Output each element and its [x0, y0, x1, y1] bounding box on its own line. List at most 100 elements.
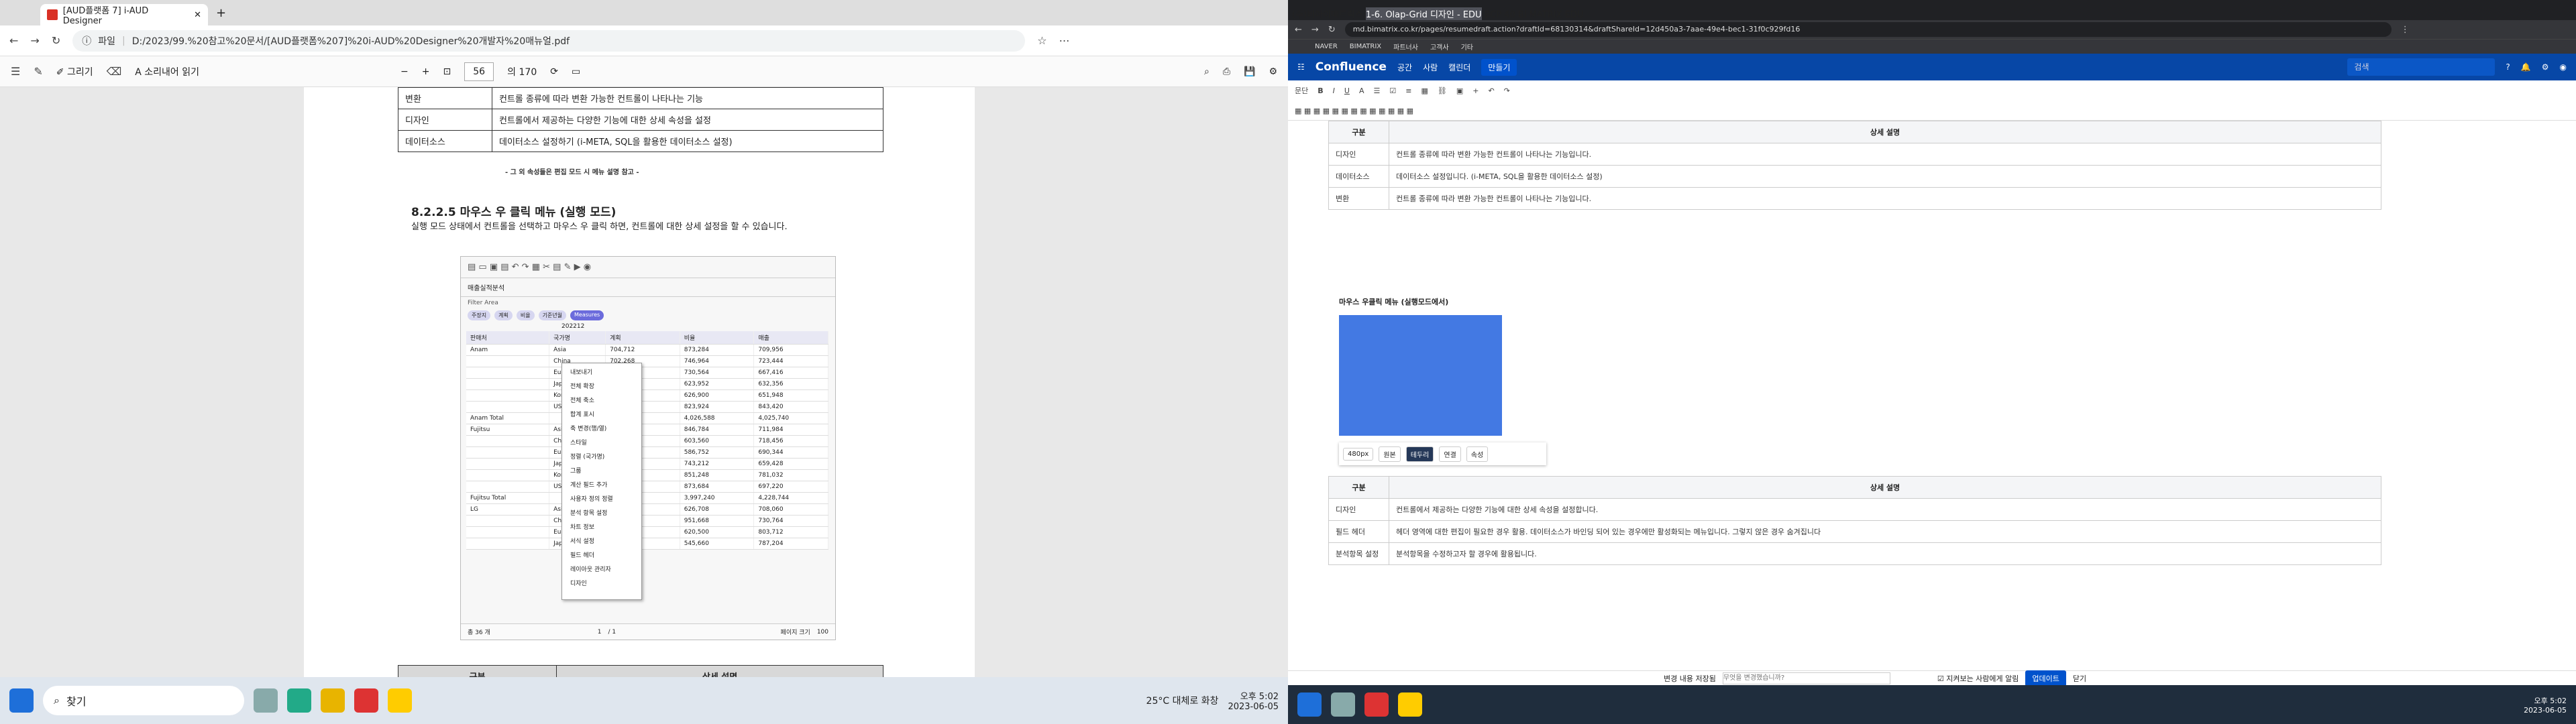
close-icon[interactable]: ✕ — [194, 10, 201, 20]
fit-icon[interactable]: ⊡ — [443, 66, 451, 77]
zoom-in-icon[interactable]: + — [422, 66, 430, 77]
windows-start-icon[interactable] — [1297, 692, 1322, 717]
search-input[interactable]: 검색 — [2347, 58, 2496, 76]
grid-row: Europe848,500586,752690,344 — [466, 446, 828, 459]
rotate-icon[interactable]: ⟳ — [550, 66, 558, 77]
italic-icon[interactable]: I — [1333, 86, 1335, 95]
notify-checkbox[interactable]: ☑ 지켜보는 사람에게 알림 — [1937, 673, 2019, 684]
original-size-button[interactable]: 원본 — [1379, 446, 1401, 462]
url-field[interactable]: ⓘ 파일 | D:/2023/99.%20참고%20문서/[AUD플랫폼%207]%2… — [72, 29, 1026, 52]
app-icon[interactable] — [287, 688, 311, 713]
zoom-out-icon[interactable]: − — [400, 66, 409, 77]
table-icon[interactable]: ▦ — [1421, 86, 1428, 95]
grid-cell — [466, 538, 550, 550]
redo-icon[interactable]: ↷ — [1504, 86, 1510, 95]
clock[interactable]: 오후 5:02 2023-06-05 — [1228, 689, 1279, 712]
url-field[interactable]: md.bimatrix.co.kr/pages/resumedraft.acti… — [1344, 22, 2392, 37]
chrome-tab[interactable]: (주)비아이매트릭스 — [1292, 7, 1363, 20]
border-button[interactable]: 테두리 — [1405, 446, 1434, 462]
bookmark-item[interactable]: 파트너사 — [1393, 42, 1418, 52]
save-icon[interactable]: 💾 — [1244, 66, 1255, 77]
grid-header: 국가명 — [549, 331, 606, 345]
help-icon[interactable]: ? — [2506, 62, 2510, 72]
grid-row: Fujitsu Total3,961,2803,997,2404,228,744 — [466, 492, 828, 504]
refresh-icon[interactable]: ↻ — [1328, 25, 1336, 35]
app-icon[interactable] — [1331, 692, 1355, 717]
app-icon[interactable] — [254, 688, 278, 713]
chrome-tab[interactable]: BCP 40 — [1485, 10, 1515, 20]
draw-button[interactable]: ✐ 그리기 — [56, 65, 93, 78]
windows-start-icon[interactable] — [9, 688, 34, 713]
image-width-input[interactable]: 480px — [1343, 447, 1374, 461]
browser-tab-pdf[interactable]: [AUD플랫폼 7] i-AUD Designer ✕ — [40, 4, 208, 26]
bookmark-item[interactable]: 고객사 — [1430, 42, 1449, 52]
bold-icon[interactable]: B — [1318, 86, 1323, 95]
menu-icon[interactable]: ⋯ — [1059, 34, 1070, 47]
settings-icon[interactable]: ⚙ — [1269, 66, 1277, 77]
highlight-icon[interactable]: ✎ — [34, 65, 42, 78]
favorite-icon[interactable]: ☆ — [1037, 34, 1046, 47]
settings-icon[interactable]: ⚙ — [2542, 62, 2549, 72]
bookmark-item[interactable]: BIMATRIX — [1350, 43, 1381, 50]
folder-icon[interactable] — [321, 688, 345, 713]
clock[interactable]: 오후 5:02 2023-06-05 — [2524, 695, 2567, 715]
nav-spaces[interactable]: 공간 — [1397, 62, 1412, 73]
extensions-icon[interactable]: ⋮ — [2401, 25, 2410, 35]
forward-icon[interactable]: → — [1311, 25, 1319, 35]
search-icon[interactable]: ⌕ — [1204, 66, 1210, 77]
erase-icon[interactable]: ⌫ — [107, 65, 122, 78]
update-button[interactable]: 업데이트 — [2025, 670, 2066, 686]
print-icon[interactable]: ⎙ — [1223, 66, 1230, 77]
chrome-icon[interactable] — [354, 688, 378, 713]
page-number-input[interactable]: 56 — [464, 62, 494, 81]
file-info-icon: ⓘ — [82, 36, 92, 47]
paragraph-style-select[interactable]: 문단 — [1295, 85, 1308, 96]
table-row: 변환 컨트롤 종류에 따라 변환 가능한 컨트롤이 나타나는 기능 — [398, 87, 883, 109]
table-tools[interactable]: ▦ ▦ ▦ ▦ ▦ ▦ ▦ ▦ ▦ ▦ ▦ ▦ ▦ — [1295, 107, 1413, 115]
read-aloud-button[interactable]: A 소리내어 읽기 — [135, 65, 199, 78]
refresh-icon[interactable]: ↻ — [52, 34, 60, 47]
two-page-icon[interactable]: ▭ — [572, 66, 580, 77]
link-button[interactable]: 연결 — [1439, 446, 1461, 462]
text-color-icon[interactable]: A — [1359, 86, 1364, 95]
confluence-logo[interactable]: Confluence — [1316, 60, 1387, 74]
new-tab-icon[interactable]: + — [216, 6, 226, 20]
chrome-tab[interactable]: 1-6. Olap-Grid 디자인 - EDU — [1365, 7, 1482, 20]
checkbox-icon[interactable]: ☑ — [1389, 86, 1396, 95]
link-icon[interactable]: ⛓ — [1438, 86, 1447, 95]
figure-footer: 총 36 개 1 / 1 페이지 크기 100 — [461, 623, 835, 640]
image-toolbar: 480px 원본 테두리 연결 속성 — [1339, 442, 1546, 465]
forward-icon[interactable]: → — [30, 34, 39, 47]
figure-page-size: 100 — [816, 628, 828, 636]
kakao-icon[interactable] — [388, 688, 412, 713]
kakao-icon[interactable] — [1398, 692, 1422, 717]
chrome-tab[interactable]: BI MATRIX EDU — [1518, 10, 1584, 20]
underline-icon[interactable]: U — [1344, 86, 1350, 95]
avatar[interactable]: ◉ — [2560, 62, 2567, 72]
align-icon[interactable]: ≡ — [1405, 86, 1411, 95]
chrome-icon[interactable] — [1364, 692, 1389, 717]
bookmark-item[interactable]: 기타 — [1461, 42, 1473, 52]
weather[interactable]: 25°C 대체로 화창 — [1146, 694, 1219, 707]
contents-icon[interactable]: ☰ — [11, 65, 20, 78]
change-comment-input[interactable] — [1722, 672, 1890, 684]
back-icon[interactable]: ← — [9, 34, 18, 47]
properties-button[interactable]: 속성 — [1466, 446, 1489, 462]
nav-people[interactable]: 사람 — [1423, 62, 1438, 73]
grid-cell — [466, 481, 550, 493]
notifications-icon[interactable]: 🔔 — [2521, 62, 2531, 72]
image-icon[interactable]: ▣ — [1456, 86, 1463, 95]
app-switcher-icon[interactable]: ☷ — [1297, 62, 1305, 72]
taskbar-search[interactable]: ⌕ 찾기 — [43, 686, 244, 715]
list-icon[interactable]: ☰ — [1373, 86, 1380, 95]
close-button[interactable]: 닫기 — [2073, 673, 2086, 684]
nav-calendar[interactable]: 캘린더 — [1448, 62, 1470, 73]
address-bar: ← → ↻ ⓘ 파일 | D:/2023/99.%20참고%20문서/[AUD플랫폼%… — [0, 25, 1288, 56]
undo-icon[interactable]: ↶ — [1488, 86, 1494, 95]
create-button[interactable]: 만들기 — [1481, 58, 1517, 76]
selected-image[interactable] — [1339, 315, 1502, 436]
bookmark-item[interactable]: NAVER — [1315, 43, 1338, 50]
grid-header: 계획 — [605, 331, 680, 345]
back-icon[interactable]: ← — [1295, 25, 1302, 35]
insert-icon[interactable]: + — [1472, 86, 1479, 95]
